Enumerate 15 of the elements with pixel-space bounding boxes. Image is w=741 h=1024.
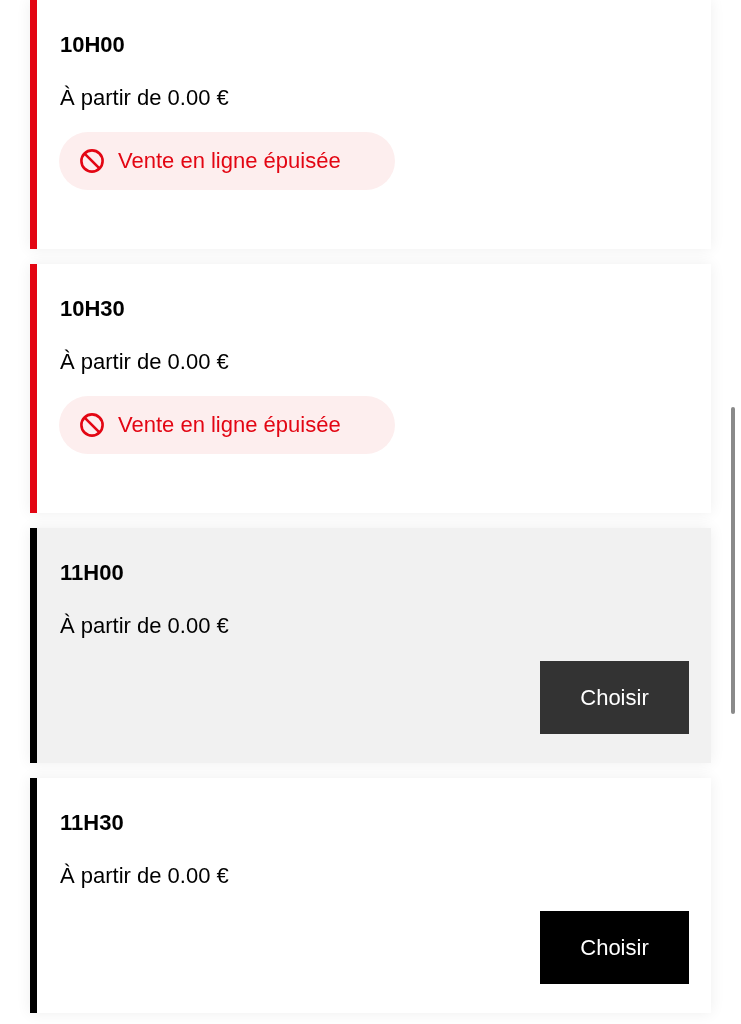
slot-time: 11H30	[60, 809, 124, 837]
price-text: À partir de 0.00 €	[60, 862, 229, 890]
prohibited-icon	[80, 413, 104, 437]
choose-button[interactable]: Choisir	[540, 661, 689, 734]
slot-time: 10H30	[60, 295, 125, 323]
slot-time: 11H00	[60, 559, 124, 587]
sold-out-text: Vente en ligne épuisée	[118, 147, 341, 175]
price-text: À partir de 0.00 €	[60, 348, 229, 376]
choose-button[interactable]: Choisir	[540, 911, 689, 984]
price-text: À partir de 0.00 €	[60, 84, 229, 112]
slot-time: 10H00	[60, 31, 125, 59]
prohibited-icon	[80, 149, 104, 173]
sold-out-text: Vente en ligne épuisée	[118, 411, 341, 439]
price-text: À partir de 0.00 €	[60, 612, 229, 640]
scrollbar[interactable]	[731, 407, 735, 714]
